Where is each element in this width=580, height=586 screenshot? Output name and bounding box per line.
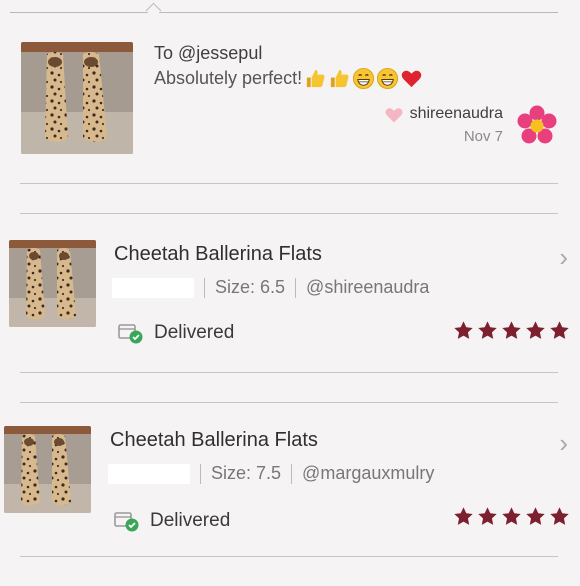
star-icon (453, 506, 474, 527)
chevron-right-icon[interactable]: › (559, 428, 568, 459)
status-label: Delivered (154, 322, 235, 343)
meta-separator (291, 463, 293, 484)
status-label: Delivered (150, 510, 231, 531)
divider (20, 183, 558, 184)
order-meta: Size: 6.5 @shireenaudra (112, 277, 429, 298)
order-title[interactable]: Cheetah Ballerina Flats (110, 429, 318, 452)
divider (20, 372, 558, 373)
divider (20, 556, 558, 557)
order-row[interactable]: Cheetah Ballerina Flats Size: 7.5 @marga… (0, 426, 580, 586)
chevron-right-icon[interactable]: › (559, 242, 568, 273)
meta-separator (295, 277, 297, 298)
flower-avatar-icon[interactable] (516, 104, 558, 146)
comment-shoe-image[interactable] (21, 42, 133, 154)
comment-author-name[interactable]: shireenaudra (410, 105, 503, 123)
divider (20, 402, 558, 403)
star-icon (477, 320, 498, 341)
thumbs-up-icon (328, 67, 351, 90)
comment-text: Absolutely perfect! (154, 68, 303, 88)
meta-separator (200, 463, 201, 484)
star-icon (501, 320, 522, 341)
order-size: Size: 6.5 (215, 277, 286, 297)
grin-face-icon (376, 67, 399, 90)
order-title[interactable]: Cheetah Ballerina Flats (114, 243, 322, 266)
top-notch (145, 2, 162, 19)
star-icon (525, 320, 546, 341)
order-shoe-image[interactable] (9, 240, 96, 327)
delivered-box-icon (118, 322, 144, 344)
thumbs-up-icon (304, 67, 327, 90)
delivered-box-icon (114, 510, 140, 532)
order-user[interactable]: @shireenaudra (306, 277, 429, 298)
emoji-row (304, 67, 423, 90)
star-icon (501, 506, 522, 527)
comment-author[interactable]: shireenaudra (384, 105, 503, 123)
order-row[interactable]: Cheetah Ballerina Flats Size: 6.5 @shire… (0, 240, 580, 400)
star-icon (453, 320, 474, 341)
star-rating (453, 506, 570, 527)
comment-message: Absolutely perfect! (154, 67, 423, 90)
like-heart-icon[interactable] (384, 105, 404, 123)
order-user[interactable]: @margauxmulry (302, 463, 434, 484)
redacted-buyer (108, 463, 190, 484)
order-size: Size: 7.5 (211, 463, 282, 483)
comment-card: To @jessepul Absolutely perfect! shireen… (0, 30, 580, 170)
redacted-buyer (112, 277, 194, 298)
delivery-status: Delivered (118, 322, 234, 344)
star-rating (453, 320, 570, 341)
meta-separator (204, 277, 205, 298)
delivery-status: Delivered (114, 510, 230, 532)
comment-date: Nov 7 (463, 128, 503, 145)
star-icon (525, 506, 546, 527)
top-divider (10, 12, 558, 13)
star-icon (549, 320, 570, 341)
comment-recipient[interactable]: To @jessepul (154, 43, 262, 64)
grin-face-icon (352, 67, 375, 90)
red-heart-icon (400, 67, 423, 90)
order-shoe-image[interactable] (4, 426, 91, 513)
star-icon (549, 506, 570, 527)
star-icon (477, 506, 498, 527)
order-meta: Size: 7.5 @margauxmulry (108, 463, 434, 484)
divider (20, 213, 558, 214)
